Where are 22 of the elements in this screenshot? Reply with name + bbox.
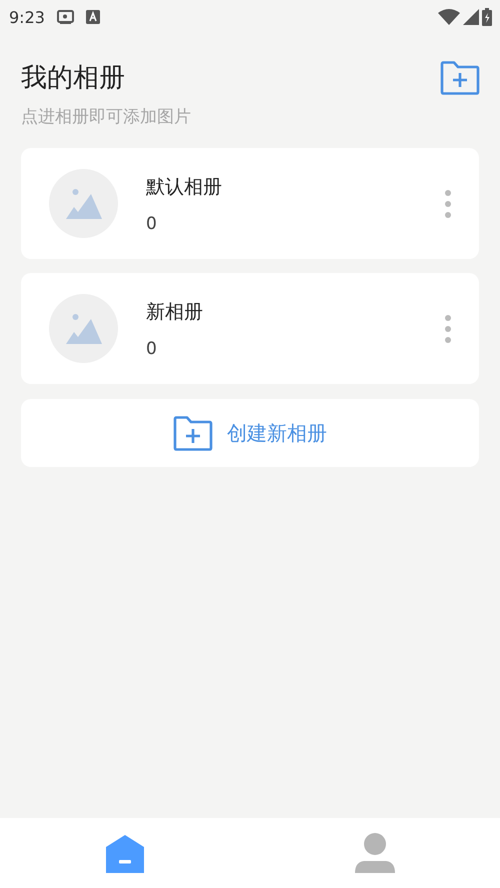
image-icon <box>64 188 102 220</box>
battery-icon <box>482 8 492 26</box>
album-card[interactable]: 新相册 0 <box>21 273 479 384</box>
page-title: 我的相册 <box>21 62 126 95</box>
wifi-icon <box>438 9 460 25</box>
screen-icon <box>56 10 74 24</box>
page-subtitle: 点进相册即可添加图片 <box>21 106 192 128</box>
more-icon <box>445 314 451 342</box>
image-icon <box>64 312 102 344</box>
album-name: 新相册 <box>146 300 204 324</box>
status-time: 9:23 <box>9 8 45 26</box>
more-icon <box>445 190 451 218</box>
signal-icon <box>463 9 479 25</box>
photo-count: 0 <box>146 338 158 358</box>
album-card[interactable]: 默认相册 0 <box>21 148 479 259</box>
keyboard-icon <box>86 10 100 24</box>
album-name: 默认相册 <box>146 174 223 200</box>
new-folder-icon <box>173 416 213 450</box>
profile-tab[interactable] <box>355 833 395 873</box>
new-folder-button[interactable] <box>440 61 480 95</box>
home-tab[interactable] <box>105 833 145 873</box>
photo-count: 0 <box>146 214 158 234</box>
